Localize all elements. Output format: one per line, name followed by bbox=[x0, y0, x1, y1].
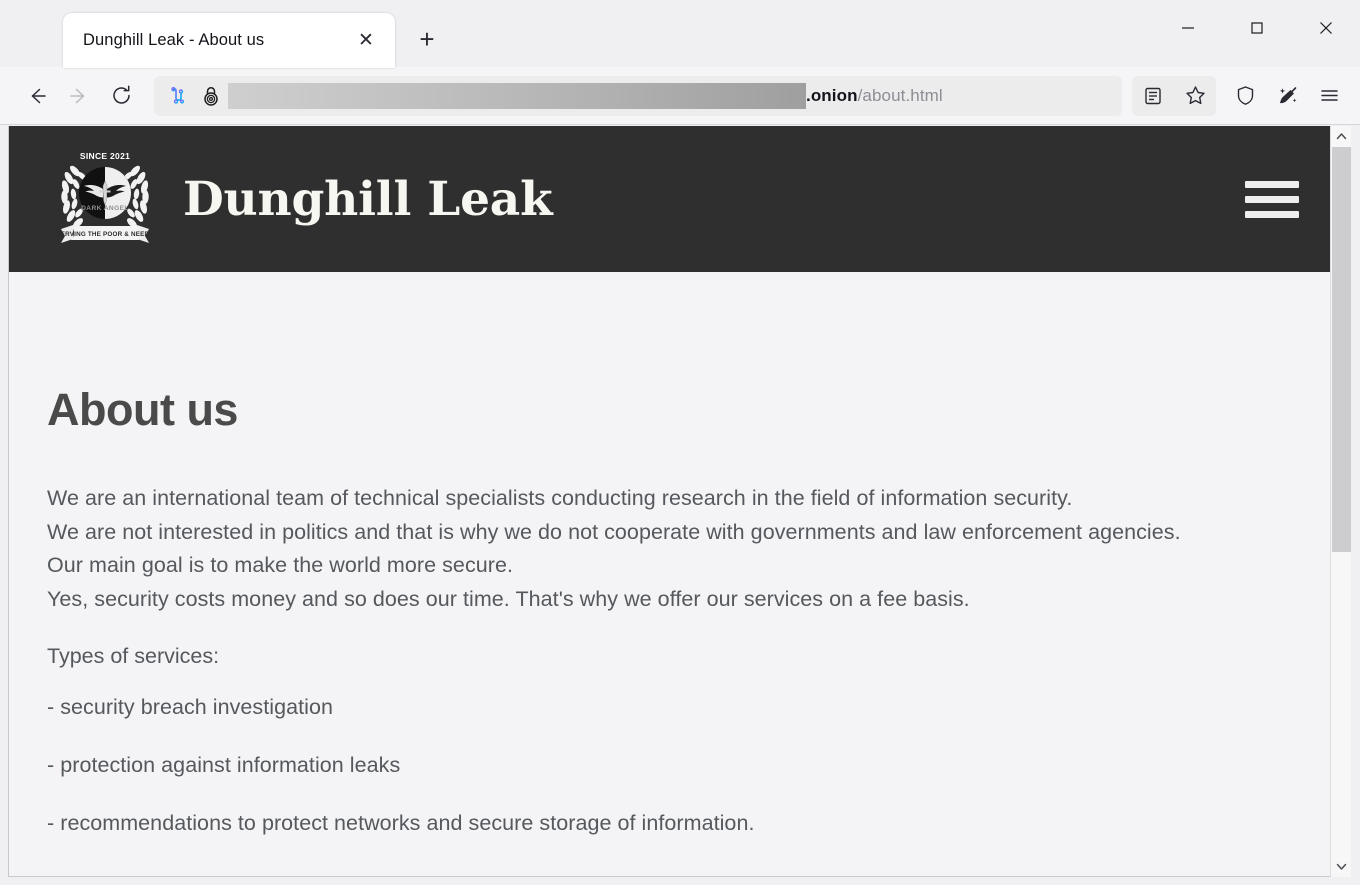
paragraph-line: We are not interested in politics and th… bbox=[47, 519, 1181, 544]
window-bottom-edge bbox=[0, 877, 1360, 885]
scroll-up-arrow-icon[interactable] bbox=[1331, 126, 1352, 147]
logo-since-text: SINCE 2021 bbox=[80, 151, 130, 161]
url-path: /about.html bbox=[857, 85, 943, 105]
reader-view-icon[interactable] bbox=[1132, 76, 1174, 116]
address-bar[interactable]: .onion/about.html bbox=[154, 75, 1122, 116]
onion-padlock-icon[interactable] bbox=[196, 81, 226, 111]
cleaner-broom-icon[interactable] bbox=[1266, 76, 1308, 116]
page-viewport: SINCE 2021 DARK ANGEL SERVING THE POOR &… bbox=[8, 126, 1338, 877]
back-button[interactable] bbox=[16, 75, 58, 117]
url-redaction-bar bbox=[228, 82, 806, 109]
site-header: SINCE 2021 DARK ANGEL SERVING THE POOR &… bbox=[9, 126, 1337, 272]
url-text: .onion/about.html bbox=[806, 86, 943, 106]
paragraph-line: We are an international team of technica… bbox=[47, 486, 1073, 510]
browser-tab[interactable]: Dunghill Leak - About us ✕ bbox=[63, 13, 395, 68]
navigation-toolbar: .onion/about.html bbox=[0, 67, 1360, 125]
tab-close-icon[interactable]: ✕ bbox=[351, 26, 381, 56]
logo-brand-text: DARK ANGEL bbox=[81, 205, 129, 212]
tab-strip: Dunghill Leak - About us ✕ + bbox=[0, 0, 447, 68]
scrollbar-track[interactable] bbox=[1331, 147, 1352, 856]
paragraph-line: Our main goal is to make the world more … bbox=[47, 553, 513, 578]
toolbar-icons bbox=[1132, 75, 1350, 116]
title-bar: Dunghill Leak - About us ✕ + bbox=[0, 0, 1360, 68]
paragraph-line: Yes, security costs money and so does ou… bbox=[47, 586, 970, 611]
burger-line-1 bbox=[1245, 180, 1299, 188]
reader-bookmark-group bbox=[1132, 75, 1216, 116]
scroll-down-arrow-icon[interactable] bbox=[1331, 856, 1352, 877]
browser-window: Dunghill Leak - About us ✕ + .onion/abou… bbox=[0, 0, 1360, 885]
burger-line-2 bbox=[1245, 195, 1299, 203]
page-title: About us bbox=[47, 384, 238, 435]
url-text-container[interactable]: .onion/about.html bbox=[228, 76, 1112, 116]
services-label: Types of services: bbox=[47, 644, 220, 669]
forward-button[interactable] bbox=[58, 75, 100, 117]
new-tab-button[interactable]: + bbox=[407, 19, 447, 59]
tab-title: Dunghill Leak - About us bbox=[83, 31, 265, 49]
service-item: - protection against information leaks bbox=[47, 752, 401, 777]
page-content: About us We are an international team of… bbox=[9, 272, 1337, 840]
site-title: Dunghill Leak bbox=[183, 171, 553, 227]
minimize-button[interactable] bbox=[1153, 0, 1222, 56]
shield-icon[interactable] bbox=[1224, 76, 1266, 116]
dark-angel-logo-icon[interactable]: SINCE 2021 DARK ANGEL SERVING THE POOR &… bbox=[51, 145, 159, 253]
site-menu-button[interactable] bbox=[1245, 178, 1299, 220]
scrollbar-thumb[interactable] bbox=[1332, 147, 1351, 552]
bookmark-star-icon[interactable] bbox=[1174, 76, 1216, 116]
tor-circuit-icon[interactable] bbox=[164, 81, 194, 111]
page-scrollbar[interactable] bbox=[1330, 126, 1351, 877]
hamburger-menu-icon[interactable] bbox=[1308, 76, 1350, 116]
burger-line-3 bbox=[1245, 210, 1299, 218]
maximize-button[interactable] bbox=[1222, 0, 1291, 56]
logo-motto-text: SERVING THE POOR & NEEDY bbox=[56, 231, 154, 238]
intro-paragraph: We are an international team of technica… bbox=[47, 482, 1297, 616]
url-domain: .onion bbox=[806, 85, 858, 105]
window-controls bbox=[1153, 0, 1360, 56]
service-item: - recommendations to protect networks an… bbox=[47, 810, 755, 835]
close-button[interactable] bbox=[1291, 0, 1360, 56]
service-item: - security breach investigation bbox=[47, 695, 333, 720]
reload-button[interactable] bbox=[100, 75, 142, 117]
